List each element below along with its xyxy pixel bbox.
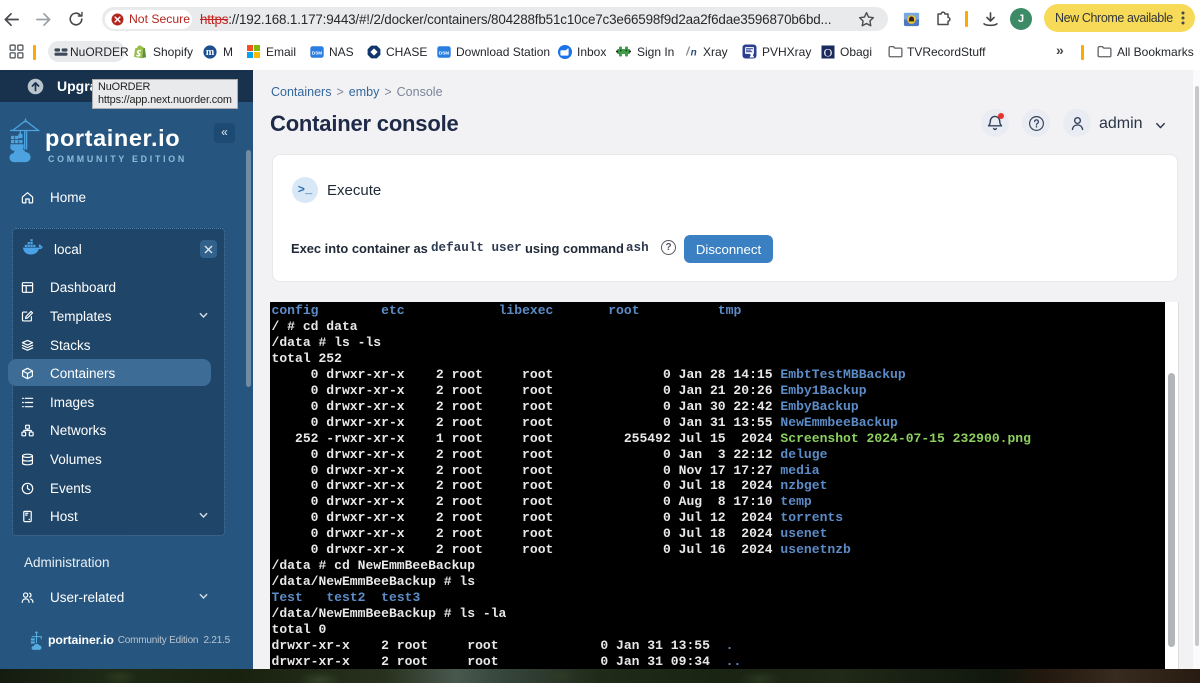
svg-text:O: O — [824, 45, 833, 59]
svg-text:DSM: DSM — [439, 50, 449, 55]
svg-text:m: m — [206, 47, 215, 58]
svg-text:DSM: DSM — [312, 50, 322, 55]
svg-text:n: n — [691, 48, 697, 59]
